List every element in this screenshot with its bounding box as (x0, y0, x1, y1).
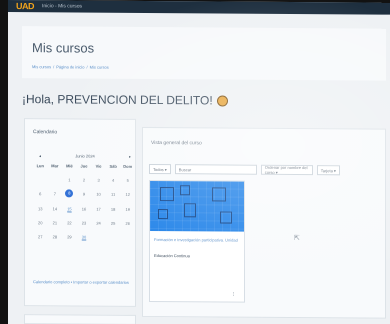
calendar-day-empty (33, 177, 48, 182)
calendar-day[interactable]: 23 (77, 220, 92, 226)
course-name[interactable]: Educación Continua (154, 253, 190, 258)
weekday-label: Mié (66, 163, 73, 169)
course-search-input[interactable]: Buscar (174, 164, 257, 175)
calendar-day[interactable]: 13 (33, 206, 48, 211)
calendar-day[interactable]: 16 (77, 206, 92, 212)
waving-hand-icon (216, 94, 228, 107)
calendar-day[interactable]: 22 (62, 220, 77, 225)
breadcrumb: Mis cursos / Página de inicio / Mis curs… (32, 64, 109, 70)
weekday-label: Vie (95, 163, 102, 169)
calendar-day[interactable]: 4 (106, 178, 121, 183)
course-card[interactable]: Formación e investigación participativa.… (149, 179, 245, 303)
filter-dropdown[interactable]: Todos ▾ (149, 163, 171, 175)
calendar-prev-month-button[interactable]: ◂ (39, 153, 41, 158)
course-category-link[interactable]: Formación e investigación participativa.… (154, 237, 244, 243)
weekday-label: Dom (123, 163, 133, 169)
top-navbar: UAD Inicio - Mis cursos (8, 0, 390, 15)
calendar-day[interactable]: 19 (120, 207, 135, 212)
calendar-day[interactable]: 6 (33, 191, 48, 197)
calendar-block: Calendario ◂ Junio 2024 ▸ Lun Mar Mié Ju… (24, 118, 136, 307)
course-overview-heading: Vista general del curso (151, 139, 202, 147)
calendar-day[interactable]: 24 (91, 221, 106, 226)
course-overview-block: Vista general del curso Todos ▾ Buscar O… (142, 126, 386, 319)
calendar-day[interactable]: 5 (120, 178, 135, 183)
weekday-label: Lun (36, 163, 44, 169)
calendar-heading: Calendario (33, 129, 58, 136)
calendar-next-month-button[interactable]: ▸ (129, 154, 131, 159)
site-logo[interactable]: UAD (16, 1, 34, 11)
calendar-day[interactable]: 29 (62, 234, 77, 239)
weekday-label: Jue (80, 163, 88, 169)
calendar-day[interactable]: 17 (91, 207, 106, 212)
calendar-day[interactable]: 3 (91, 178, 106, 183)
calendar-day-event[interactable]: 30 (77, 234, 92, 240)
calendar-day[interactable]: 26 (120, 221, 135, 226)
browser-screen: UAD Inicio - Mis cursos Mis cursos Mis c… (8, 0, 390, 324)
course-overview-controls: Todos ▾ Buscar Ordenar por nombre del cu… (149, 163, 340, 176)
mouse-cursor-icon: ⇱ (294, 234, 300, 243)
breadcrumb-item-current[interactable]: Mis cursos (90, 65, 109, 70)
sort-dropdown[interactable]: Ordenar por nombre del curso ▾ (260, 164, 313, 176)
calendar-day[interactable]: 9 (77, 191, 92, 197)
calendar-day[interactable]: 10 (91, 192, 106, 198)
course-image-pattern (184, 203, 196, 218)
calendar-day-today[interactable]: 8 (65, 189, 74, 198)
calendar-day-event[interactable]: 15 (62, 206, 77, 211)
calendar-month-label: Junio 2024 (75, 153, 95, 159)
calendar-nav: ◂ Junio 2024 ▸ (39, 153, 131, 159)
calendar-grid: Lun Mar Mié Jue Vie Sáb Dom 1 2 3 4 5 6 … (33, 163, 135, 240)
calendar-footer-links[interactable]: Calendario completo • Importar o exporta… (33, 279, 129, 285)
course-image-pattern (212, 187, 226, 202)
breadcrumb-separator: / (53, 64, 55, 70)
view-mode-dropdown[interactable]: Tarjeta ▾ (316, 165, 340, 176)
course-image-pattern (220, 211, 232, 224)
course-image[interactable] (150, 180, 244, 232)
calendar-day[interactable]: 20 (33, 220, 48, 225)
calendar-day-empty (48, 177, 63, 182)
calendar-day[interactable]: 11 (106, 192, 121, 198)
weekday-label: Sáb (109, 163, 117, 169)
course-image-pattern (160, 187, 174, 202)
calendar-day[interactable]: 2 (77, 177, 92, 183)
breadcrumb-item-inicio[interactable]: Página de inicio (56, 64, 84, 69)
greeting-text: ¡Hola, PREVENCION DEL DELITO! (22, 92, 213, 108)
calendar-day[interactable]: 27 (33, 234, 48, 239)
course-actions-menu-icon[interactable]: ⋮ (231, 292, 236, 298)
weekday-label: Mar (51, 163, 59, 169)
calendar-day[interactable]: 25 (106, 221, 121, 226)
topbar-title: Inicio - Mis cursos (42, 3, 83, 10)
calendar-day[interactable]: 12 (120, 192, 135, 198)
course-image-pattern (158, 209, 168, 220)
page-title: Mis cursos (32, 40, 95, 56)
breadcrumb-separator: / (86, 64, 88, 70)
calendar-day[interactable]: 1 (62, 177, 77, 182)
calendar-day[interactable]: 14 (48, 206, 63, 211)
calendar-day[interactable]: 7 (48, 191, 63, 197)
calendar-day[interactable]: 18 (106, 207, 121, 212)
calendar-day[interactable]: 28 (48, 234, 63, 239)
bottom-block (24, 314, 136, 324)
calendar-day[interactable]: 21 (48, 220, 63, 225)
course-image-pattern (180, 185, 190, 196)
breadcrumb-item-mis-cursos[interactable]: Mis cursos (32, 64, 51, 69)
greeting: ¡Hola, PREVENCION DEL DELITO! (22, 92, 228, 107)
